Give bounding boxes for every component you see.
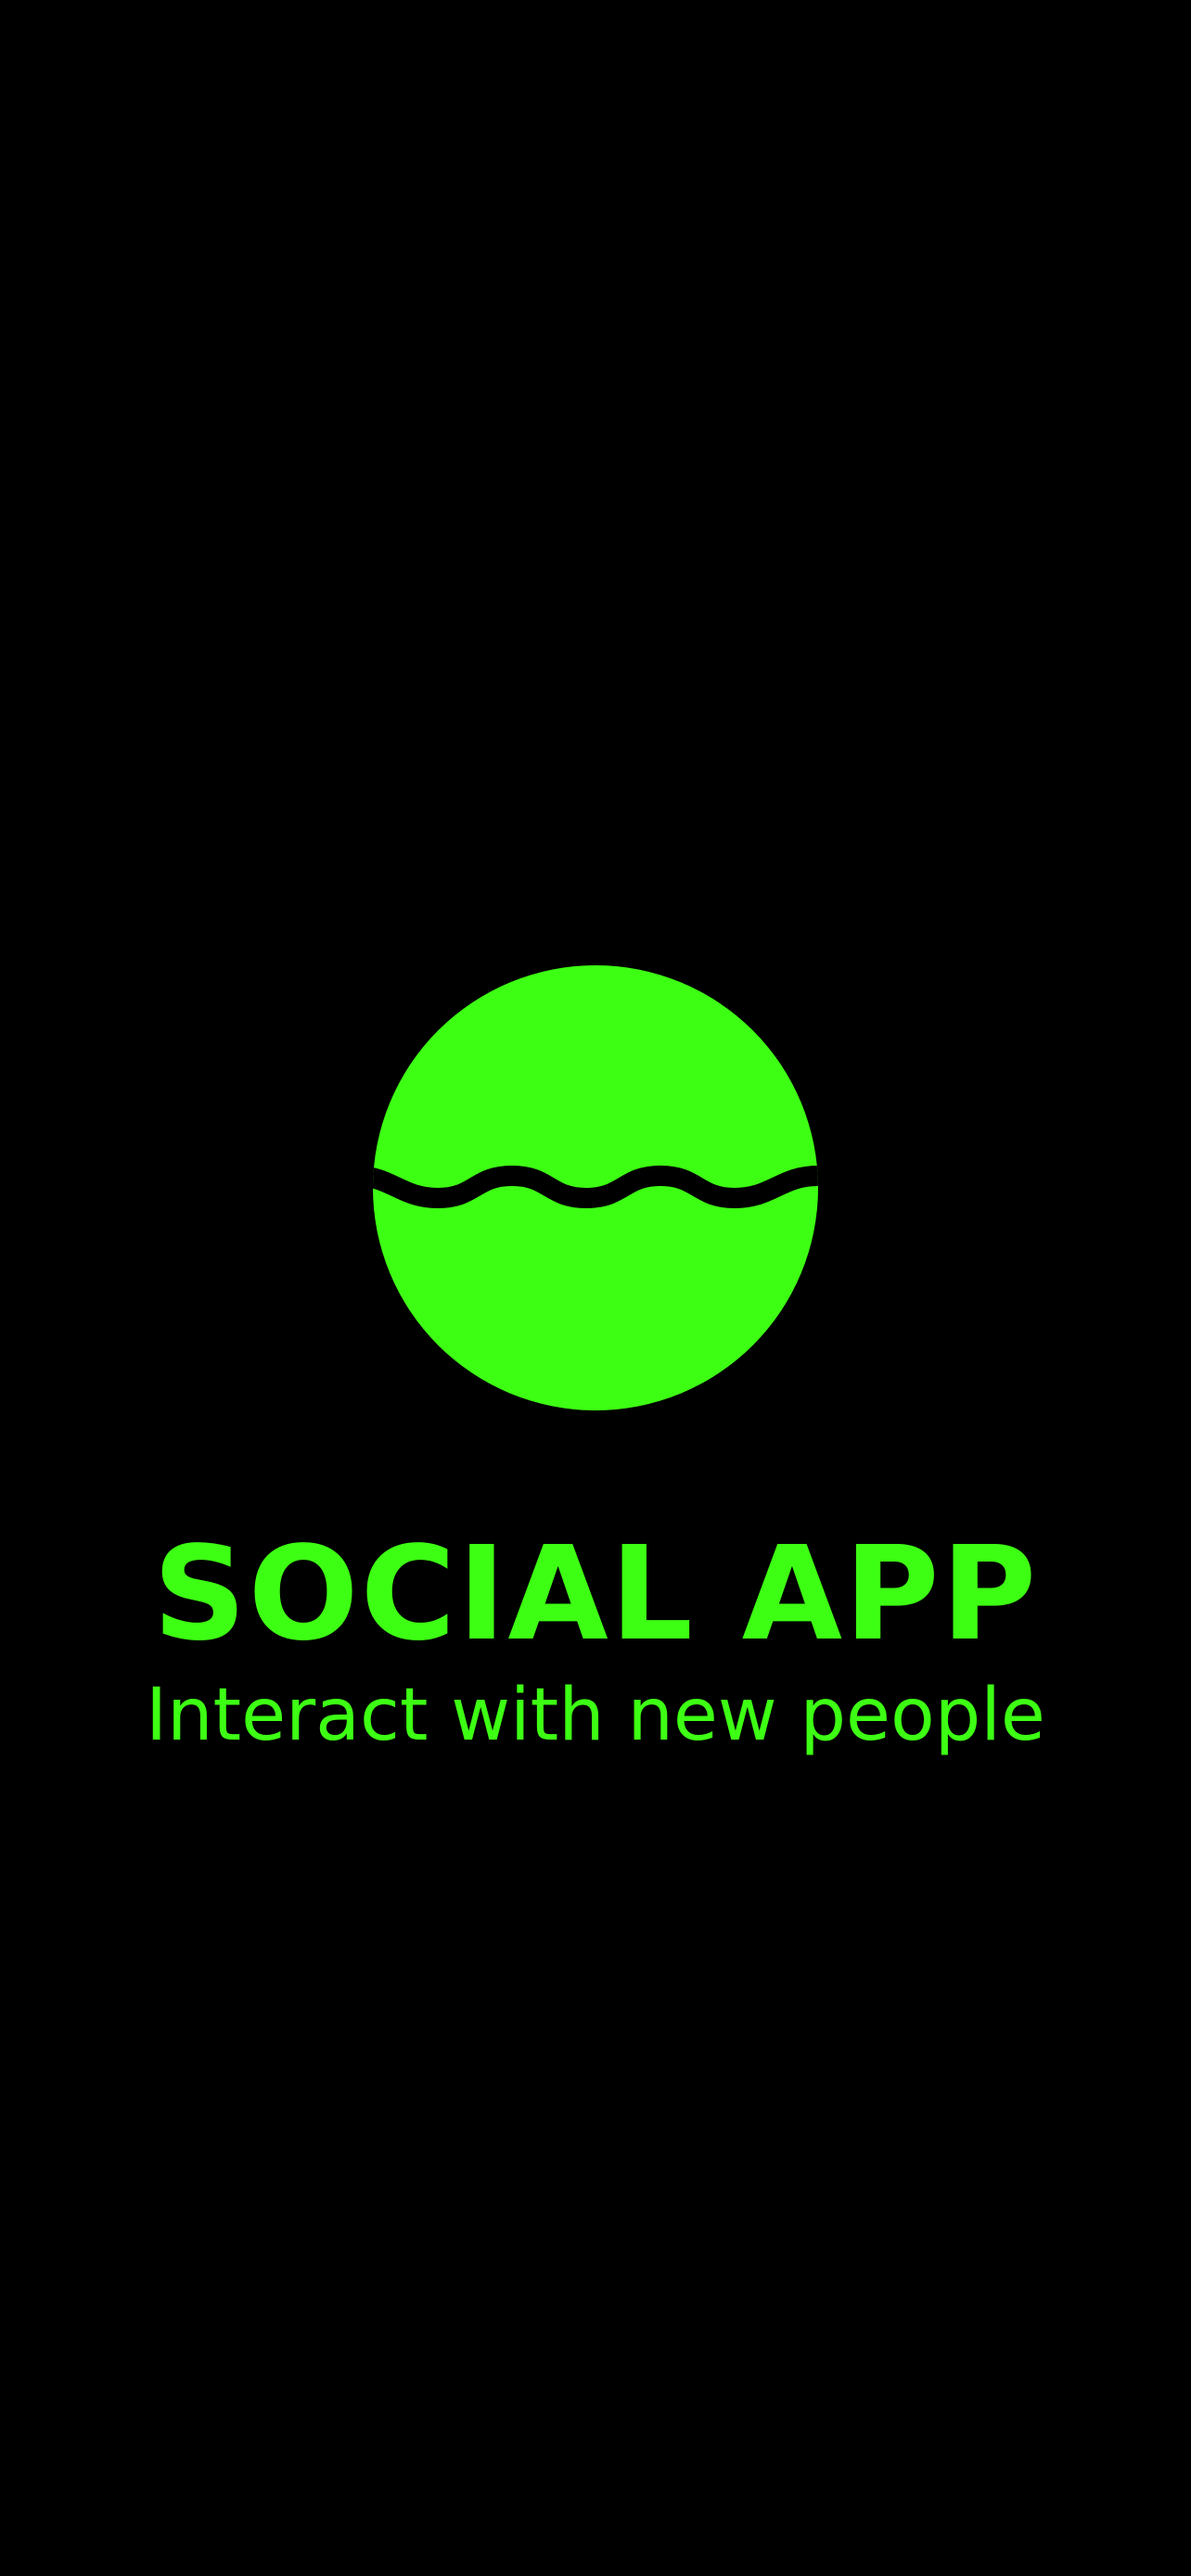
app-tagline: Interact with new people — [146, 1674, 1045, 1757]
wave-globe-icon — [373, 965, 818, 1410]
app-title: SOCIAL APP — [152, 1519, 1039, 1670]
app-logo — [373, 964, 818, 1411]
splash-screen: SOCIAL APP Interact with new people — [0, 0, 1191, 2576]
